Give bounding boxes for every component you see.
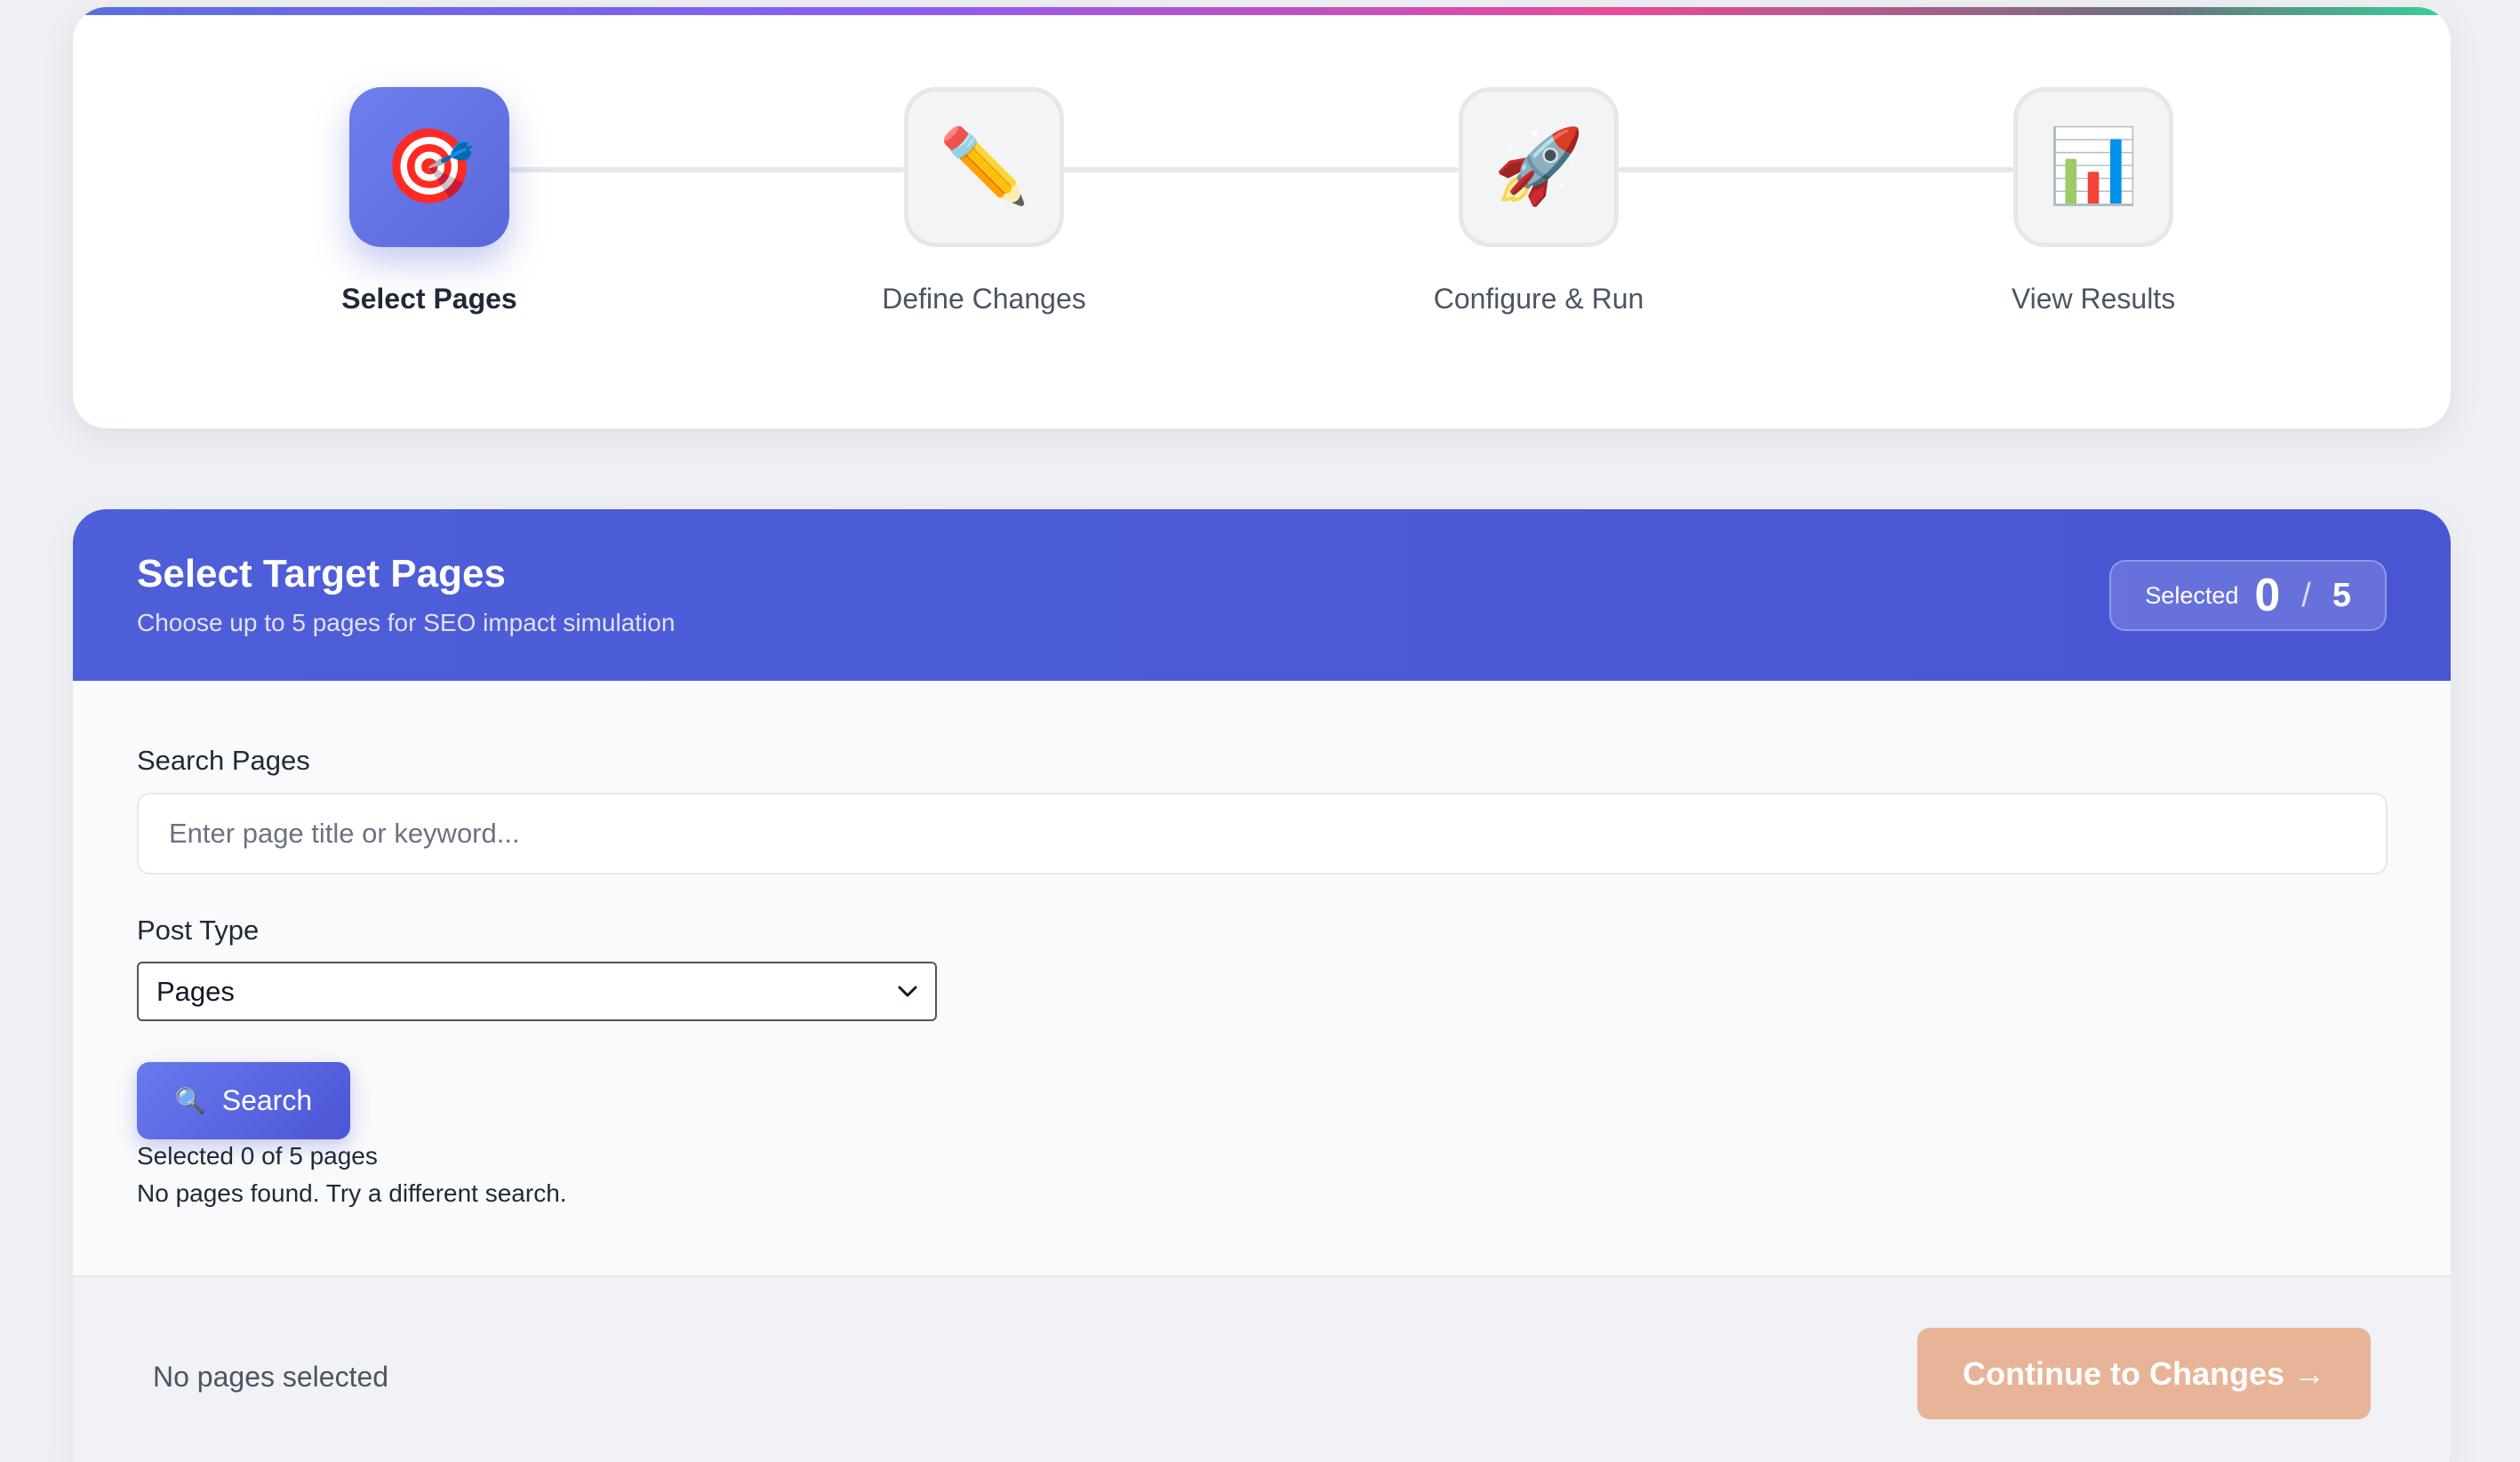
panel-footer: No pages selected Continue to Changes → xyxy=(73,1275,2451,1462)
post-type-select[interactable]: Pages xyxy=(137,962,937,1021)
post-type-selected: Pages xyxy=(156,975,235,1007)
step-select-pages[interactable]: 🎯 Select Pages xyxy=(243,87,616,316)
select-pages-panel: Select Target Pages Choose up to 5 pages… xyxy=(73,509,2451,1462)
target-icon: 🎯 xyxy=(349,87,509,247)
panel-header: Select Target Pages Choose up to 5 pages… xyxy=(73,509,2451,681)
empty-results-text: No pages found. Try a different search. xyxy=(137,1179,567,1207)
search-label: Search Pages xyxy=(137,745,310,776)
search-input[interactable] xyxy=(137,793,2388,875)
step-label: View Results xyxy=(2011,283,2176,315)
counter-label: Selected xyxy=(2145,581,2239,609)
selection-counter: Selected 0 / 5 xyxy=(2109,560,2387,631)
search-button[interactable]: 🔍 Search xyxy=(137,1062,350,1139)
pencil-icon: ✏️ xyxy=(904,87,1064,247)
search-icon: 🔍 xyxy=(174,1087,206,1114)
step-label: Configure & Run xyxy=(1433,283,1644,315)
step-configure-run[interactable]: 🚀 Configure & Run xyxy=(1352,87,1725,316)
bar-chart-icon: 📊 xyxy=(2013,87,2173,247)
step-define-changes[interactable]: ✏️ Define Changes xyxy=(797,87,1171,316)
search-button-label: Search xyxy=(221,1084,313,1116)
panel-title: Select Target Pages xyxy=(137,552,506,595)
selected-count-text: Selected 0 of 5 pages xyxy=(137,1142,378,1170)
step-label: Define Changes xyxy=(882,283,1086,315)
rocket-icon: 🚀 xyxy=(1459,87,1619,247)
progress-stepper: 🎯 Select Pages ✏️ Define Changes 🚀 Confi… xyxy=(73,7,2451,428)
step-view-results[interactable]: 📊 View Results xyxy=(1907,87,2280,316)
counter-separator: / xyxy=(2301,576,2311,614)
chevron-down-icon xyxy=(898,982,917,1002)
counter-max: 5 xyxy=(2332,576,2351,614)
continue-to-changes-button[interactable]: Continue to Changes → xyxy=(1917,1328,2371,1419)
step-label: Select Pages xyxy=(341,283,517,315)
post-type-label: Post Type xyxy=(137,915,260,946)
counter-count: 0 xyxy=(2254,570,2281,621)
gradient-accent-bar xyxy=(73,7,2451,15)
panel-subtitle: Choose up to 5 pages for SEO impact simu… xyxy=(137,609,676,636)
footer-selection-status: No pages selected xyxy=(153,1361,389,1393)
